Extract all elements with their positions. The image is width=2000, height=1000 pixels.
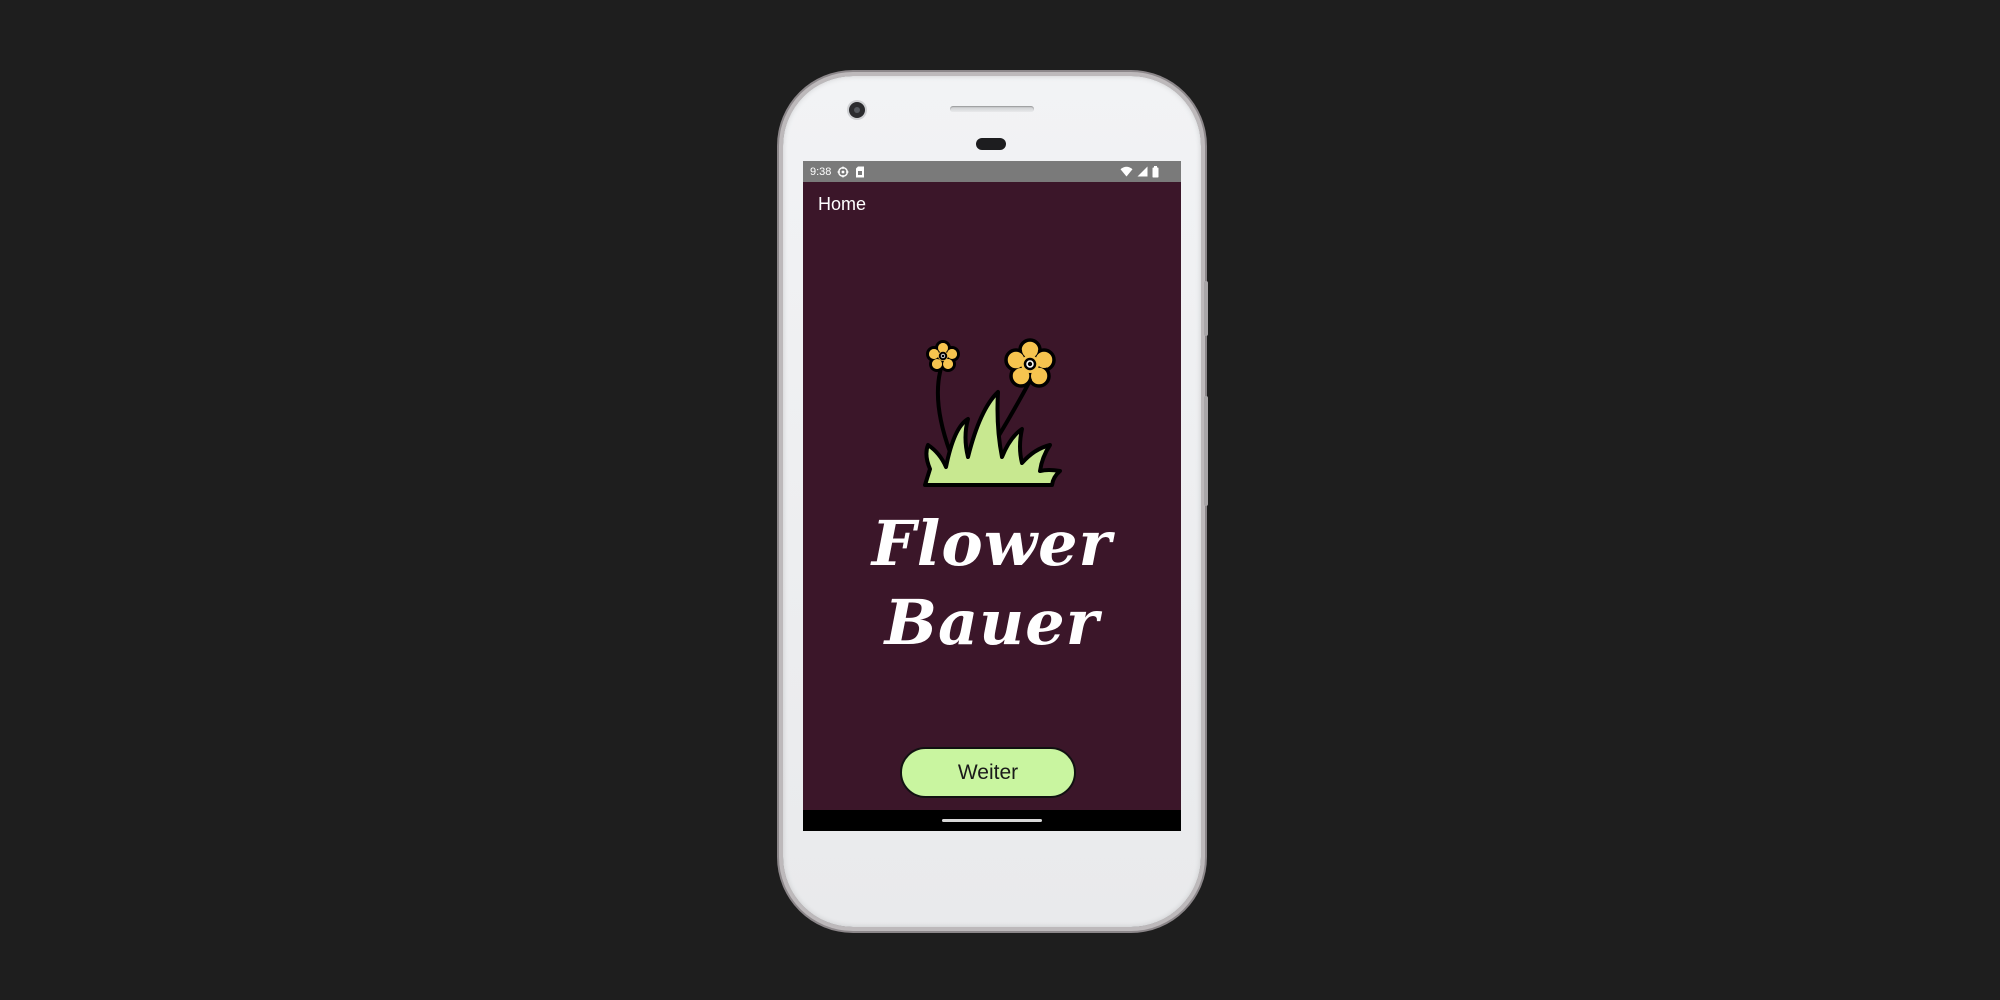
big-flower-icon: [1004, 338, 1056, 388]
app-name-line-2: Bauer: [884, 586, 1100, 659]
wifi-icon: [1120, 166, 1133, 177]
signal-icon: [1137, 166, 1148, 177]
phone-frame: 9:38 Home Flower Bauer Weiter: [783, 76, 1208, 927]
sim-card-icon: [856, 166, 865, 177]
page-title: Home: [818, 194, 867, 214]
flowers-and-grass-illustration: [923, 338, 1062, 487]
status-time: 9:38: [810, 165, 832, 178]
earpiece-speaker: [950, 106, 1034, 112]
small-flower-icon: [926, 340, 960, 372]
power-button: [1204, 281, 1208, 336]
home-indicator[interactable]: [942, 819, 1042, 822]
app-screen: 9:38 Home Flower Bauer: [803, 161, 1181, 831]
location-icon: [837, 166, 849, 177]
proximity-sensor: [976, 138, 1006, 150]
front-camera: [849, 102, 865, 118]
app-name-heading: Flower Bauer: [803, 504, 1181, 662]
navigation-bar: [803, 810, 1181, 831]
status-bar: 9:38: [803, 161, 1181, 182]
volume-button: [1204, 396, 1208, 506]
app-name-line-1: Flower: [871, 507, 1113, 580]
battery-icon: [1152, 165, 1159, 177]
next-button[interactable]: Weiter: [900, 747, 1076, 798]
